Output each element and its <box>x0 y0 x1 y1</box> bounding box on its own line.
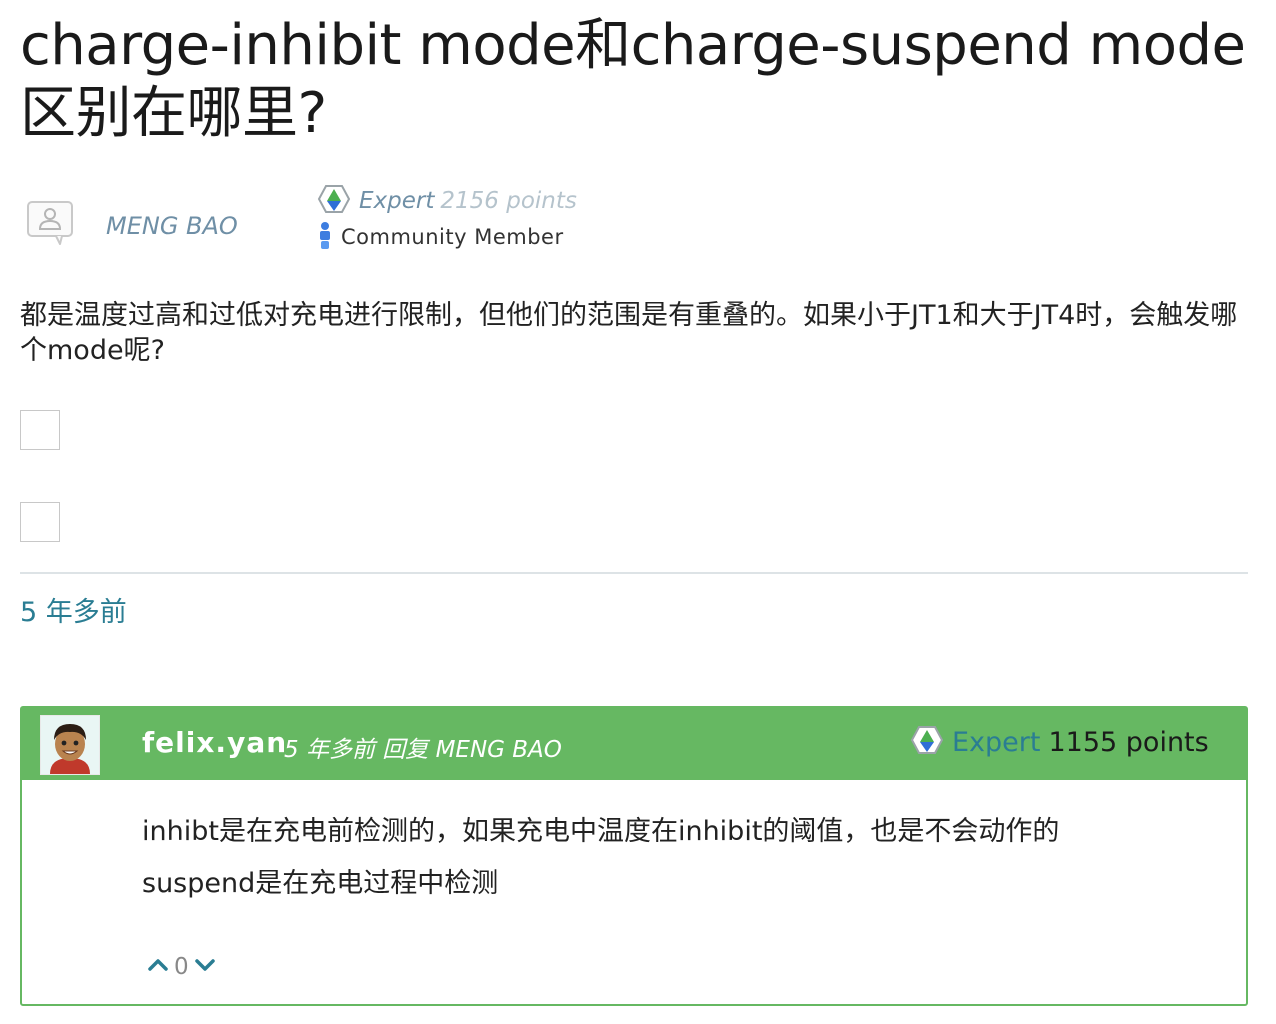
user-placeholder-icon <box>27 201 73 245</box>
expert-badge-icon <box>317 184 351 218</box>
reply-rank-points: 1155 points <box>1048 726 1209 758</box>
checkbox-2[interactable] <box>20 502 60 542</box>
author-rank: Expert 2156 points <box>317 184 577 218</box>
author-role: Community Member <box>317 220 564 254</box>
checkbox-1[interactable] <box>20 410 60 450</box>
vote-count: 0 <box>174 954 189 980</box>
community-member-icon <box>317 220 333 254</box>
question-timestamp[interactable]: 5 年多前 <box>20 590 127 629</box>
divider <box>20 572 1248 574</box>
reply-avatar[interactable] <box>40 715 100 775</box>
reply-meta[interactable]: 5 年多前 回复 MENG BAO <box>284 730 562 764</box>
author-name[interactable]: MENG BAO <box>106 212 238 240</box>
reply-rank: Expert 1155 points <box>910 722 1209 762</box>
vote-control: 0 <box>146 952 217 982</box>
downvote-icon[interactable] <box>193 953 217 981</box>
reply-body: inhibt是在充电前检测的，如果充电中温度在inhibit的阈值，也是不会动作… <box>142 806 1202 910</box>
reply-header: felix.yan 5 年多前 回复 MENG BAO Expert 1155 … <box>22 708 1246 780</box>
reply-body-line: inhibt是在充电前检测的，如果充电中温度在inhibit的阈值，也是不会动作… <box>142 816 1060 847</box>
upvote-icon[interactable] <box>146 953 170 981</box>
question-body: 都是温度过高和过低对充电进行限制，但他们的范围是有重叠的。如果小于JT1和大于J… <box>20 300 1238 366</box>
role-label: Community Member <box>341 225 564 249</box>
rank-points: 2156 points <box>440 188 577 214</box>
user-avatar-icon <box>41 716 99 774</box>
question-title: charge-inhibit mode和charge-suspend mode区… <box>20 13 1246 146</box>
reply-card: felix.yan 5 年多前 回复 MENG BAO Expert 1155 … <box>20 706 1248 1006</box>
expert-badge-icon <box>910 725 944 759</box>
reply-rank-level[interactable]: Expert <box>952 727 1040 758</box>
reply-body-line: suspend是在充电过程中检测 <box>142 868 499 899</box>
author-avatar[interactable] <box>26 197 76 247</box>
reply-username[interactable]: felix.yan <box>142 726 287 759</box>
rank-level[interactable]: Expert <box>359 188 434 214</box>
